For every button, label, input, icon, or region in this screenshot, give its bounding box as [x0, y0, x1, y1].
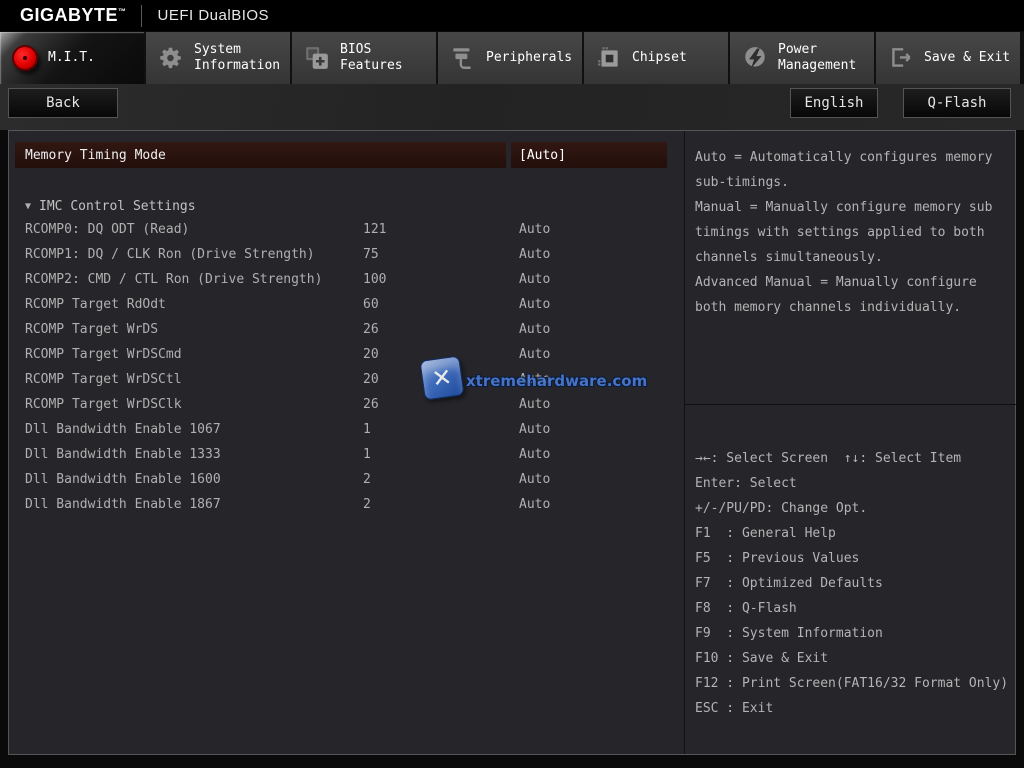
setting-value: 1: [363, 417, 371, 442]
setting-mode: Auto: [519, 217, 550, 242]
setting-label: RCOMP Target WrDS: [25, 317, 158, 342]
setting-value: 2: [363, 492, 371, 517]
main-panel: Memory Timing Mode [Auto] ▼ IMC Control …: [8, 130, 1016, 755]
setting-row[interactable]: Dll Bandwidth Enable 1333 1 Auto: [9, 442, 683, 467]
setting-label: Dll Bandwidth Enable 1067: [25, 417, 221, 442]
setting-label: RCOMP0: DQ ODT (Read): [25, 217, 189, 242]
watermark: ✕ xtremehardware.com: [414, 356, 614, 406]
legend-line: F10 : Save & Exit: [695, 646, 1016, 671]
setting-row[interactable]: RCOMP Target WrDS 26 Auto: [9, 317, 683, 342]
help-line: sub-timings.: [695, 170, 1016, 195]
tab-system-information[interactable]: SystemInformation: [146, 32, 290, 84]
watermark-text: xtremehardware.com: [466, 372, 647, 390]
setting-label: RCOMP Target WrDSCmd: [25, 342, 182, 367]
legend-line: F12 : Print Screen(FAT16/32 Format Only): [695, 671, 1016, 696]
peripheral-plug-icon: [448, 43, 478, 73]
setting-mode: Auto: [519, 492, 550, 517]
toolbar: Back English Q-Flash: [0, 84, 1024, 130]
setting-value: 2: [363, 467, 371, 492]
help-line: timings with settings applied to both: [695, 220, 1016, 245]
mit-icon: [10, 43, 40, 73]
header-bar: GIGABYTE™ UEFI DualBIOS: [0, 0, 1024, 31]
collapse-triangle-icon: ▼: [25, 201, 31, 212]
chip-plus-icon: [302, 43, 332, 73]
setting-label: Dll Bandwidth Enable 1333: [25, 442, 221, 467]
legend-line: Enter: Select: [695, 471, 1016, 496]
tab-power-management[interactable]: PowerManagement: [730, 32, 874, 84]
setting-value: 1: [363, 442, 371, 467]
setting-mode: Auto: [519, 467, 550, 492]
back-button[interactable]: Back: [8, 88, 118, 118]
setting-row[interactable]: RCOMP2: CMD / CTL Ron (Drive Strength) 1…: [9, 267, 683, 292]
legend-line: F5 : Previous Values: [695, 546, 1016, 571]
tab-mit[interactable]: M.I.T.: [0, 32, 144, 84]
legend-line: F1 : General Help: [695, 521, 1016, 546]
legend-line: →←: Select Screen ↑↓: Select Item: [695, 446, 1016, 471]
help-line: Advanced Manual = Manually configure: [695, 270, 1016, 295]
setting-value: 20: [363, 342, 379, 367]
gigabyte-logo: GIGABYTE™: [20, 5, 127, 26]
setting-row[interactable]: RCOMP Target RdOdt 60 Auto: [9, 292, 683, 317]
setting-value: 100: [363, 267, 386, 292]
setting-row[interactable]: Dll Bandwidth Enable 1600 2 Auto: [9, 467, 683, 492]
setting-mode: Auto: [519, 292, 550, 317]
setting-row[interactable]: Dll Bandwidth Enable 1067 1 Auto: [9, 417, 683, 442]
chipset-icon: [594, 43, 624, 73]
setting-label: Dll Bandwidth Enable 1867: [25, 492, 221, 517]
setting-label: RCOMP Target WrDSCtl: [25, 367, 182, 392]
tab-save-exit[interactable]: Save & Exit: [876, 32, 1020, 84]
help-line: Auto = Automatically configures memory: [695, 145, 1016, 170]
legend-line: F8 : Q-Flash: [695, 596, 1016, 621]
setting-value: 121: [363, 217, 386, 242]
help-line: Manual = Manually configure memory sub: [695, 195, 1016, 220]
tab-chipset[interactable]: Chipset: [584, 32, 728, 84]
setting-label: RCOMP Target RdOdt: [25, 292, 166, 317]
qflash-button[interactable]: Q-Flash: [903, 88, 1011, 118]
tab-bios-features[interactable]: BIOSFeatures: [292, 32, 436, 84]
setting-label: RCOMP2: CMD / CTL Ron (Drive Strength): [25, 267, 322, 292]
setting-mode: Auto: [519, 417, 550, 442]
setting-value: 26: [363, 392, 379, 417]
hotkey-legend: →←: Select Screen ↑↓: Select ItemEnter: …: [685, 446, 1016, 721]
setting-value: 26: [363, 317, 379, 342]
setting-value: 75: [363, 242, 379, 267]
header-separator: [141, 5, 142, 27]
setting-mode: Auto: [519, 242, 550, 267]
language-button[interactable]: English: [790, 88, 878, 118]
selected-setting-label[interactable]: Memory Timing Mode: [15, 142, 506, 168]
setting-value: 20: [363, 367, 379, 392]
help-panel: Auto = Automatically configures memorysu…: [685, 131, 1016, 405]
tab-bar: M.I.T. SystemInformation BIOSFeatures Pe…: [0, 32, 1024, 84]
setting-row[interactable]: RCOMP1: DQ / CLK Ron (Drive Strength) 75…: [9, 242, 683, 267]
bios-screen: GIGABYTE™ UEFI DualBIOS M.I.T. SystemInf…: [0, 0, 1024, 768]
section-title: IMC Control Settings: [39, 199, 196, 214]
setting-mode: Auto: [519, 317, 550, 342]
bottom-strip: [0, 756, 1024, 768]
lightning-bolt-icon: [740, 43, 770, 73]
legend-line: F7 : Optimized Defaults: [695, 571, 1016, 596]
setting-row[interactable]: RCOMP0: DQ ODT (Read) 121 Auto: [9, 217, 683, 242]
setting-label: Dll Bandwidth Enable 1600: [25, 467, 221, 492]
legend-line: +/-/PU/PD: Change Opt.: [695, 496, 1016, 521]
setting-mode: Auto: [519, 442, 550, 467]
tab-peripherals[interactable]: Peripherals: [438, 32, 582, 84]
help-line: channels simultaneously.: [695, 245, 1016, 270]
imc-section-header[interactable]: ▼ IMC Control Settings: [25, 194, 196, 219]
setting-row[interactable]: Dll Bandwidth Enable 1867 2 Auto: [9, 492, 683, 517]
legend-line: ESC : Exit: [695, 696, 1016, 721]
firmware-title: UEFI DualBIOS: [158, 7, 270, 24]
setting-value: 60: [363, 292, 379, 317]
setting-mode: Auto: [519, 267, 550, 292]
help-line: both memory channels individually.: [695, 295, 1016, 320]
exit-door-icon: [886, 43, 916, 73]
setting-label: RCOMP1: DQ / CLK Ron (Drive Strength): [25, 242, 315, 267]
watermark-x-icon: ✕: [419, 355, 464, 400]
selected-setting-value[interactable]: [Auto]: [511, 142, 667, 168]
gear-icon: [156, 43, 186, 73]
setting-label: RCOMP Target WrDSClk: [25, 392, 182, 417]
legend-line: F9 : System Information: [695, 621, 1016, 646]
